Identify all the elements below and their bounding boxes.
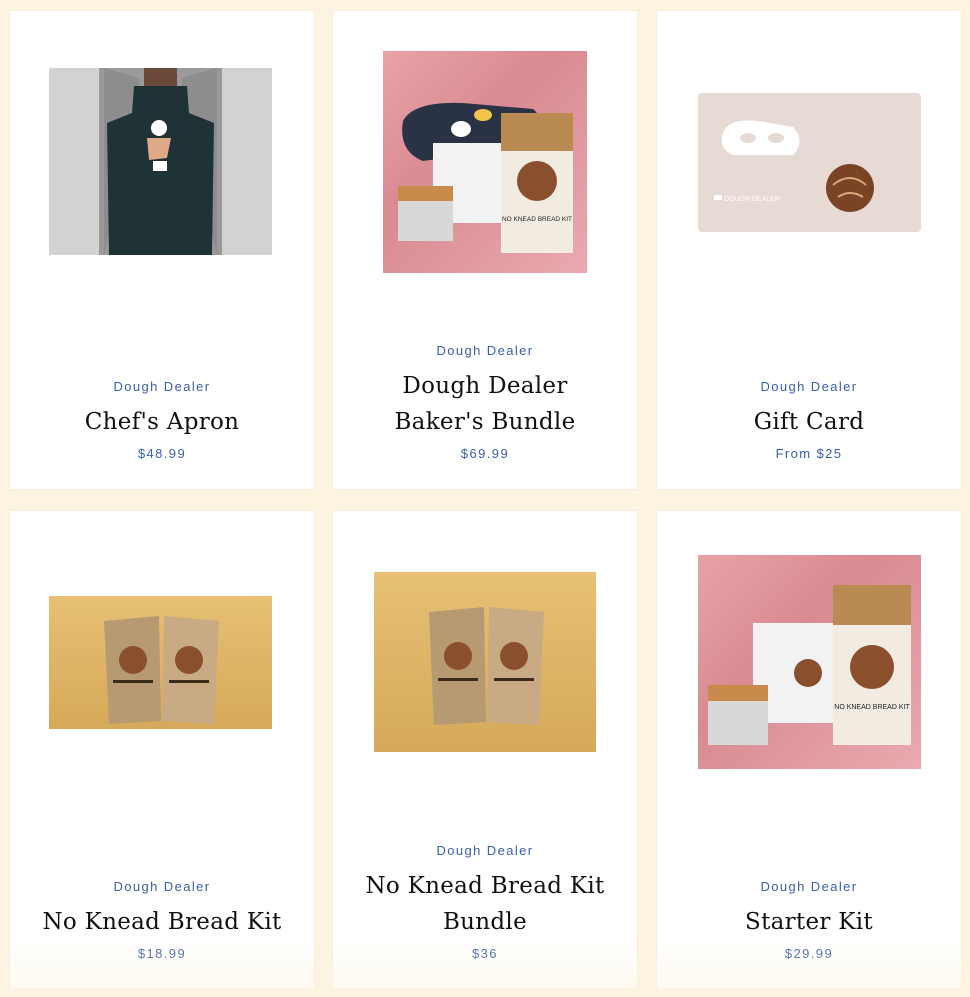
product-info: Dough Dealer No Knead Bread Kit $18.99 [10, 879, 314, 961]
product-image-bread-kit[interactable] [49, 596, 272, 729]
product-info: Dough Dealer No Knead Bread Kit Bundle $… [333, 843, 637, 961]
product-info: Dough Dealer Gift Card From $25 [657, 379, 961, 461]
product-card-bakers-bundle[interactable]: NO KNEAD BREAD KIT Dough Dealer Dough De… [333, 11, 637, 489]
product-info: Dough Dealer Dough Dealer Baker's Bundle… [333, 343, 637, 461]
product-title[interactable]: Starter Kit [657, 904, 961, 940]
bread-kit-bundle-illustration [429, 607, 544, 725]
product-title-line-1: No Knead Bread Kit [365, 873, 605, 899]
product-image-apron[interactable] [49, 68, 272, 255]
product-image-bundle[interactable]: NO KNEAD BREAD KIT [383, 51, 587, 273]
product-title[interactable]: No Knead Bread Kit Bundle [333, 868, 637, 940]
product-title[interactable]: No Knead Bread Kit [10, 904, 314, 940]
product-card-gift-card[interactable]: DOUGH DEALER Dough Dealer Gift Card From… [657, 11, 961, 489]
bag-label-text: NO KNEAD BREAD KIT [834, 704, 910, 711]
product-vendor: Dough Dealer [760, 879, 858, 894]
apron-illustration [99, 68, 222, 255]
product-price: $36 [472, 946, 498, 961]
product-title[interactable]: Chef's Apron [10, 404, 314, 440]
product-vendor: Dough Dealer [760, 379, 858, 394]
bread-kit-illustration [104, 616, 219, 724]
product-image-starter-kit[interactable]: NO KNEAD BREAD KIT [698, 555, 921, 769]
product-image-gift-card[interactable]: DOUGH DEALER [698, 93, 921, 232]
product-price: $48.99 [137, 446, 187, 461]
product-card-bread-kit[interactable]: Dough Dealer No Knead Bread Kit $18.99 [10, 511, 314, 989]
bundle-illustration: NO KNEAD BREAD KIT [398, 102, 573, 253]
product-vendor: Dough Dealer [436, 343, 534, 358]
product-title[interactable]: Gift Card [657, 404, 961, 440]
product-price: $69.99 [460, 446, 510, 461]
product-info: Dough Dealer Chef's Apron $48.99 [10, 379, 314, 461]
bag-label-text: NO KNEAD BREAD KIT [502, 216, 572, 223]
product-card-bread-kit-bundle[interactable]: Dough Dealer No Knead Bread Kit Bundle $… [333, 511, 637, 989]
product-image-bread-kit-bundle[interactable] [374, 572, 596, 752]
product-title-line-1: Dough Dealer [402, 373, 568, 399]
product-vendor: Dough Dealer [113, 379, 211, 394]
product-card-starter-kit[interactable]: NO KNEAD BREAD KIT Dough Dealer Starter … [657, 511, 961, 989]
product-vendor: Dough Dealer [113, 879, 211, 894]
product-price: From $25 [775, 446, 843, 461]
gift-card-brand-text: DOUGH DEALER [724, 196, 780, 203]
gift-card-illustration: DOUGH DEALER [714, 120, 874, 212]
product-price: $18.99 [137, 946, 187, 961]
product-card-chefs-apron[interactable]: Dough Dealer Chef's Apron $48.99 [10, 11, 314, 489]
product-title[interactable]: Dough Dealer Baker's Bundle [333, 368, 637, 440]
starter-kit-illustration: NO KNEAD BREAD KIT [708, 585, 911, 745]
product-info: Dough Dealer Starter Kit $29.99 [657, 879, 961, 961]
product-title-line-2: Bundle [442, 909, 528, 935]
product-vendor: Dough Dealer [436, 843, 534, 858]
product-price: $29.99 [784, 946, 834, 961]
product-title-line-2: Baker's Bundle [394, 409, 576, 435]
